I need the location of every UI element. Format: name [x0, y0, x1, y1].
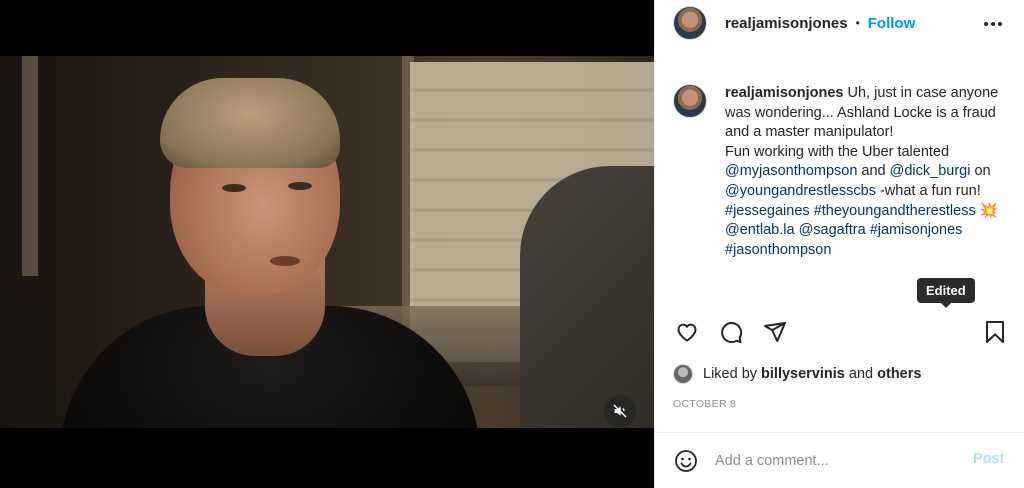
video-player[interactable]: [0, 56, 654, 428]
caption-author-avatar[interactable]: [673, 84, 707, 118]
heart-icon: [677, 323, 697, 342]
second-person-shoulder: [520, 166, 654, 428]
speaker-muted-icon: [613, 404, 627, 418]
caption-text-fragment: -what a fun run!: [875, 182, 981, 199]
post-sidebar: realjamisonjones • Follow realjamisonjon…: [654, 0, 1024, 488]
mouth: [270, 256, 300, 266]
mention-link[interactable]: @sagaftra: [799, 222, 866, 238]
more-options-button[interactable]: [981, 14, 1005, 34]
share-button[interactable]: [761, 318, 789, 346]
separator-dot: •: [855, 16, 860, 30]
hashtag-link[interactable]: #jessegaines: [725, 203, 810, 219]
post-comment-button[interactable]: Post: [973, 451, 1004, 467]
mention-link[interactable]: @youngandrestlesscbs: [725, 183, 876, 199]
mute-toggle-button[interactable]: [604, 395, 636, 427]
caption-line: Fun working with the Uber talented: [725, 143, 950, 160]
man-hair: [160, 78, 340, 168]
hashtag-link[interactable]: #jamisonjones: [870, 222, 963, 238]
post-media[interactable]: [0, 0, 654, 488]
caption-text: realjamisonjones Uh, just in case anyone…: [725, 84, 1013, 260]
liker-avatar[interactable]: [673, 364, 693, 384]
caption-text-fragment: and: [857, 163, 890, 180]
collision-emoji: 💥: [979, 202, 998, 219]
post-date[interactable]: OCTOBER 8: [673, 398, 736, 410]
post-caption: realjamisonjones Uh, just in case anyone…: [673, 84, 1013, 260]
comment-bar: Post: [655, 432, 1024, 488]
post-actions: [673, 318, 1009, 346]
mention-link[interactable]: @myjasonthompson: [725, 163, 857, 179]
follow-button[interactable]: Follow: [868, 15, 916, 32]
caption-text-fragment: on: [970, 163, 991, 180]
background-pillar: [22, 56, 38, 276]
hashtag-link[interactable]: #jasonthompson: [725, 242, 831, 258]
comment-bubble-icon: [721, 322, 743, 344]
liker-username[interactable]: billyservinis: [761, 366, 845, 382]
comment-input[interactable]: [715, 452, 955, 469]
author-avatar[interactable]: [673, 6, 707, 40]
edited-tooltip: Edited: [917, 278, 975, 308]
smiley-icon: [675, 449, 697, 472]
mention-link[interactable]: @dick_burgi: [890, 163, 971, 179]
emoji-picker-button[interactable]: [673, 448, 699, 474]
like-button[interactable]: [673, 318, 701, 346]
ellipsis-icon: [984, 22, 1002, 26]
hashtag-link[interactable]: #theyoungandtherestless: [814, 203, 976, 219]
likes-prefix: Liked by: [703, 366, 758, 382]
caption-username[interactable]: realjamisonjones: [725, 85, 843, 101]
paper-plane-icon: [764, 322, 786, 342]
author-username[interactable]: realjamisonjones: [725, 15, 848, 32]
likes-summary: Liked by billyservinis and others: [673, 364, 921, 384]
save-button[interactable]: [981, 318, 1009, 346]
bookmark-icon: [986, 321, 1004, 343]
right-eye: [288, 182, 312, 190]
left-eye: [222, 184, 246, 192]
post-header: realjamisonjones • Follow: [655, 0, 1024, 46]
likes-middle: and: [848, 366, 874, 382]
mention-link[interactable]: @entlab.la: [725, 222, 795, 238]
likes-others-link[interactable]: others: [877, 366, 921, 382]
comment-button[interactable]: [717, 318, 745, 346]
